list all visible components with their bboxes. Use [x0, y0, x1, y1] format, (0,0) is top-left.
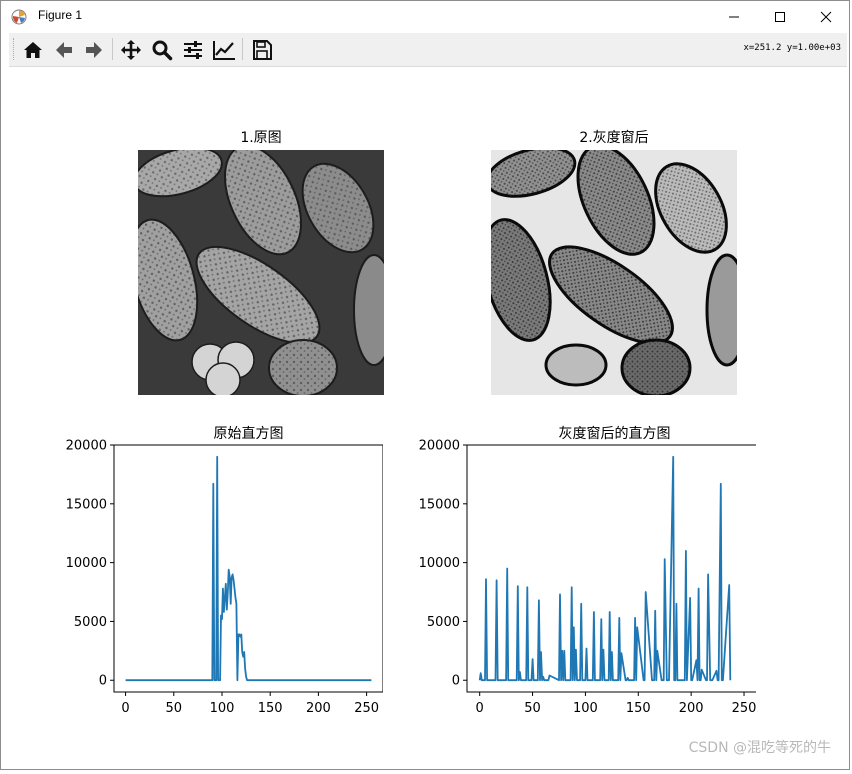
configure-subplots-icon [184, 41, 202, 59]
subplot2-title: 2.灰度窗后 [579, 130, 649, 146]
forward-button[interactable] [81, 37, 107, 63]
y-tick-label: 0 [452, 674, 460, 689]
x-tick-label: 200 [306, 701, 331, 716]
gray-window-histogram-chart: 灰度窗后的直方图 0 5000 10000 15000 20000 0 50 100 150 200… [419, 425, 756, 716]
y-tick-label: 10000 [66, 556, 107, 571]
configure-subplots-button[interactable] [180, 37, 206, 63]
gray-window-pollen-image [491, 150, 737, 395]
x-tick-label: 0 [121, 701, 129, 716]
y-tick-label: 15000 [66, 497, 107, 512]
edit-axis-icon [213, 41, 235, 60]
pan-icon [121, 40, 141, 60]
save-icon [253, 40, 272, 60]
x-tick-label: 50 [524, 701, 541, 716]
window-title: Figure 1 [38, 8, 83, 22]
x-tick-label: 200 [679, 701, 704, 716]
minimize-icon [729, 16, 739, 18]
pan-button[interactable] [118, 37, 144, 63]
x-tick-label: 150 [626, 701, 651, 716]
histogram-line [478, 455, 732, 682]
chart-title: 原始直方图 [214, 425, 284, 442]
toolbar-separator [112, 38, 113, 60]
x-tick-label: 250 [732, 701, 756, 716]
cursor-coordinates: x=251.2 y=1.00e+03 [743, 43, 841, 53]
x-tick-label: 150 [258, 701, 283, 716]
x-tick-label: 100 [210, 701, 235, 716]
home-button[interactable] [20, 37, 46, 63]
histogram-line [125, 455, 372, 682]
original-histogram-chart: 原始直方图 0 5000 10000 15000 20000 0 50 100 150 200 250 [66, 425, 383, 716]
home-icon [24, 42, 42, 58]
maximize-button[interactable] [757, 1, 803, 33]
original-pollen-image [138, 150, 384, 395]
close-icon [820, 11, 832, 23]
maximize-icon [775, 12, 785, 22]
back-button[interactable] [51, 37, 77, 63]
chart-title: 灰度窗后的直方图 [559, 425, 671, 442]
forward-icon [86, 42, 102, 58]
zoom-icon [152, 40, 173, 61]
y-tick-label: 10000 [419, 556, 460, 571]
axes-frame [113, 444, 383, 693]
subplot1-title: 1.原图 [240, 130, 282, 146]
toolbar-separator [242, 38, 243, 60]
title-bar: Figure 1 [1, 1, 849, 33]
save-button[interactable] [249, 37, 275, 63]
y-tick-label: 5000 [427, 615, 460, 630]
y-tick-label: 0 [99, 674, 107, 689]
x-tick-label: 100 [573, 701, 598, 716]
minimize-button[interactable] [711, 1, 757, 33]
edit-axis-button[interactable] [211, 37, 237, 63]
x-tick-label: 250 [354, 701, 379, 716]
y-tick-label: 5000 [74, 615, 107, 630]
zoom-button[interactable] [149, 37, 175, 63]
figure-window: Figure 1 x=251.2 y=1.00e+03 1.原图 2.灰度窗后 … [0, 0, 850, 770]
navigation-toolbar: x=251.2 y=1.00e+03 [9, 33, 847, 67]
matplotlib-icon [11, 9, 27, 25]
y-tick-label: 15000 [419, 497, 460, 512]
back-icon [56, 42, 72, 58]
close-button[interactable] [803, 1, 849, 33]
x-tick-label: 0 [476, 701, 484, 716]
x-tick-label: 50 [166, 701, 183, 716]
toolbar-grip [13, 38, 16, 60]
figure-canvas[interactable]: 1.原图 2.灰度窗后 原始直方图 0 5000 10000 15000 200… [9, 67, 845, 765]
csdn-watermark: CSDN @混吃等死的牛 [688, 740, 831, 756]
y-tick-label: 20000 [66, 439, 107, 454]
y-tick-label: 20000 [419, 439, 460, 454]
